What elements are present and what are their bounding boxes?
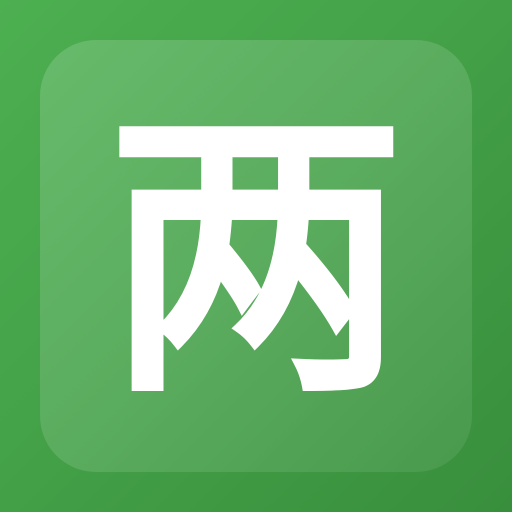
app-icon[interactable]: 两	[0, 0, 512, 512]
icon-glyph: 两	[106, 84, 406, 433]
